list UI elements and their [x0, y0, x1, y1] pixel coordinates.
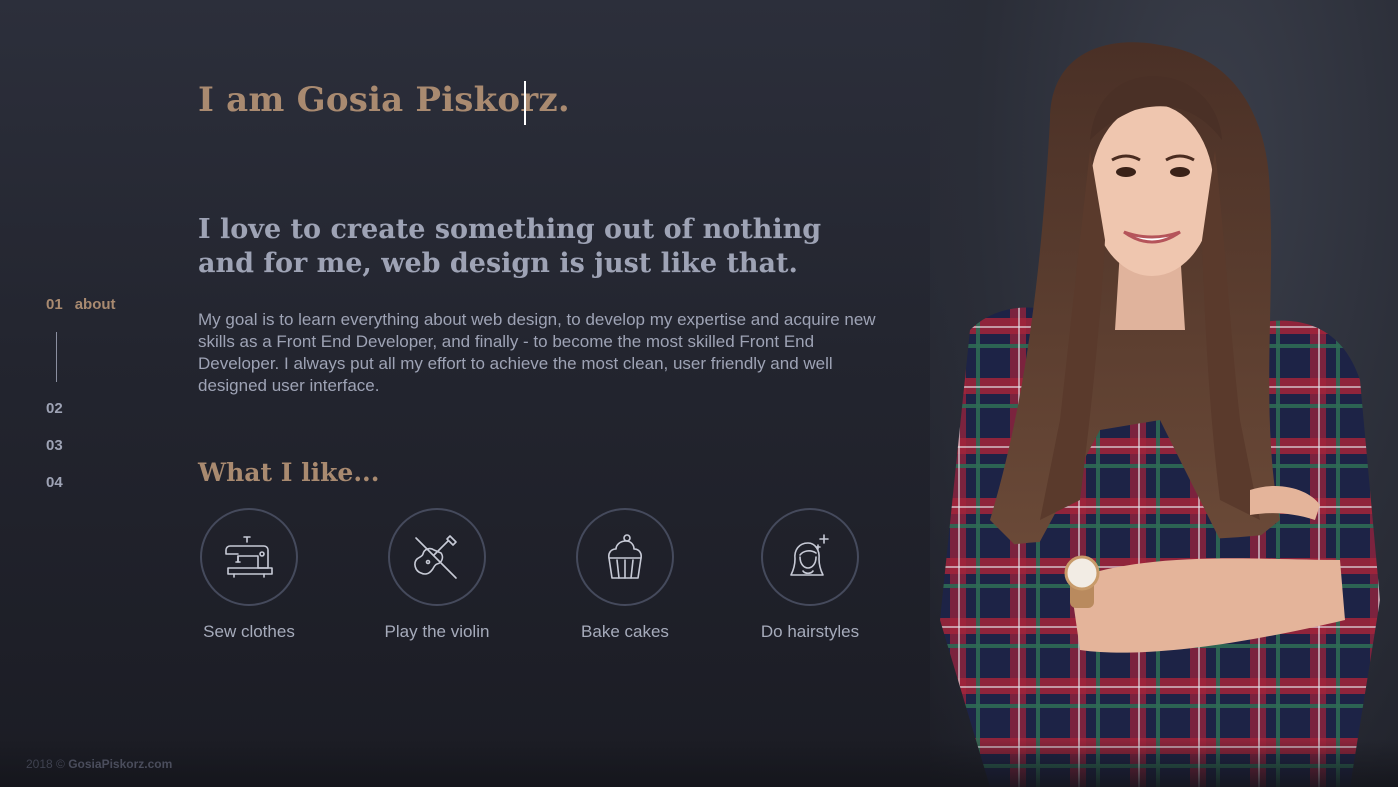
nav-item-04[interactable]: 04	[46, 474, 63, 491]
nav-item-03[interactable]: 03	[46, 437, 63, 454]
like-sew-clothes[interactable]: Sew clothes	[169, 508, 329, 642]
like-icon-circle	[761, 508, 859, 606]
like-do-hairstyles[interactable]: Do hairstyles	[730, 508, 890, 642]
page-title: I am Gosia Piskorz.	[198, 80, 570, 120]
nav-number: 01	[46, 296, 63, 313]
tagline: I love to create something out of nothin…	[198, 214, 822, 279]
profile-photo	[930, 0, 1398, 787]
sewing-machine-icon	[225, 536, 273, 578]
nav-label: about	[74, 296, 116, 313]
like-play-violin[interactable]: Play the violin	[357, 508, 517, 642]
hairstyle-icon	[790, 534, 829, 576]
footer-year: 2018 ©	[26, 757, 65, 771]
nav-progress-line	[56, 332, 57, 382]
like-caption: Play the violin	[384, 622, 490, 641]
cupcake-icon	[608, 534, 642, 579]
footer-site-link[interactable]: GosiaPiskorz.com	[68, 757, 172, 771]
like-icon-circle	[388, 508, 486, 606]
nav-item-about[interactable]: 01 about	[46, 296, 116, 313]
like-caption: Bake cakes	[581, 622, 669, 641]
like-icon-circle	[200, 508, 298, 606]
footer-bar	[0, 739, 1398, 787]
violin-icon	[414, 535, 457, 579]
nav-item-02[interactable]: 02	[46, 400, 63, 417]
text-cursor	[524, 81, 526, 125]
like-caption: Do hairstyles	[760, 622, 860, 641]
intro-paragraph: My goal is to learn everything about web…	[198, 310, 876, 395]
footer-copyright: 2018 © GosiaPiskorz.com	[26, 757, 172, 771]
like-caption: Sew clothes	[203, 622, 295, 641]
like-icon-circle	[576, 508, 674, 606]
like-bake-cakes[interactable]: Bake cakes	[545, 508, 705, 642]
likes-title: What I like...	[198, 458, 380, 487]
